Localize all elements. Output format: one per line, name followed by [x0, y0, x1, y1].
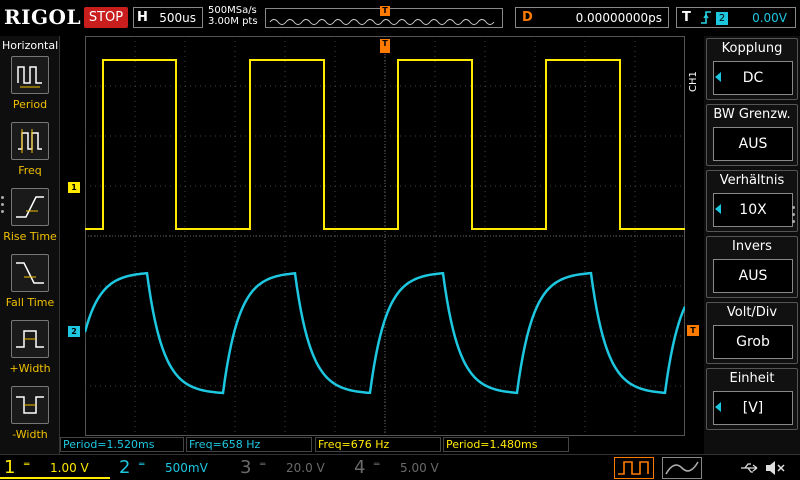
- dc-coupling-icon: ═: [260, 460, 266, 470]
- volt-div-value: Grob: [713, 325, 793, 359]
- unit-arrow-icon: [715, 402, 721, 412]
- right-scroll-dots: [792, 206, 797, 227]
- sampling-info: 500MSa/s 3.00M pts: [208, 5, 258, 27]
- unit-title: Einheit: [729, 371, 775, 386]
- trigger-source: 2: [716, 12, 728, 25]
- speaker-mute-icon[interactable]: [764, 459, 786, 477]
- delay-value: 0.00000000ps: [575, 11, 662, 25]
- period-icon: [17, 66, 42, 88]
- bw-limit-title: BW Grenzw.: [713, 107, 791, 122]
- delay-box[interactable]: D 0.00000000ps: [515, 7, 669, 28]
- measurement-item[interactable]: Freq=676 Hz: [315, 437, 441, 452]
- dc-coupling-icon: ═: [374, 460, 380, 470]
- probe-ratio-arrow-icon: [715, 204, 721, 214]
- neg-width-button[interactable]: [11, 386, 49, 424]
- period-button[interactable]: [11, 56, 49, 94]
- freq-button[interactable]: [11, 122, 49, 160]
- measurement-bar: Period=1.520ms Freq=658 Hz Freq=676 Hz P…: [60, 437, 700, 453]
- coupling-setting[interactable]: Kopplung DC: [706, 38, 798, 100]
- measurement-item[interactable]: Freq=658 Hz: [186, 437, 312, 452]
- neg-width-label: -Width: [12, 428, 48, 441]
- coupling-title: Kopplung: [721, 41, 783, 56]
- horizontal-timebase[interactable]: H 500us: [133, 7, 203, 28]
- ch2-offset-marker[interactable]: 2: [68, 326, 80, 337]
- timebase-value: 500us: [159, 11, 196, 25]
- left-menu-title: Horizontal: [2, 39, 59, 52]
- rise-time-icon: [16, 196, 44, 218]
- trigger-label: T: [682, 10, 691, 25]
- channel-number: 1: [4, 457, 16, 478]
- channel-number: 2: [119, 457, 131, 478]
- pos-width-label: +Width: [9, 362, 51, 375]
- channel-4-badge[interactable]: 4 ═ 5.00 V: [350, 457, 460, 479]
- probe-ratio-title: Verhältnis: [719, 173, 785, 188]
- left-scroll-dots: [1, 196, 6, 217]
- pos-width-button[interactable]: [11, 320, 49, 358]
- period-label: Period: [12, 98, 48, 111]
- freq-icon: [18, 129, 42, 153]
- coupling-value: DC: [713, 61, 793, 95]
- rise-time-label: Rise Time: [3, 230, 57, 243]
- invert-setting[interactable]: Invers AUS: [706, 236, 798, 298]
- trigger-level: 0.00V: [752, 11, 787, 25]
- channel-scale: 20.0 V: [286, 461, 325, 475]
- measurement-item[interactable]: Period=1.520ms: [60, 437, 184, 452]
- trigger-box[interactable]: T 2 0.00V: [676, 7, 796, 28]
- invert-title: Invers: [732, 239, 772, 254]
- bw-limit-value: AUS: [713, 127, 793, 161]
- channel-number: 3: [240, 457, 252, 478]
- freq-label: Freq: [18, 164, 42, 177]
- run-stop-indicator[interactable]: STOP: [84, 7, 128, 28]
- math-wave-icon[interactable]: [614, 457, 654, 479]
- top-status-bar: RIGOL STOP H 500us 500MSa/s 3.00M pts T …: [0, 0, 800, 36]
- channel-number: 4: [354, 457, 366, 478]
- bw-limit-setting[interactable]: BW Grenzw. AUS: [706, 104, 798, 166]
- channel-3-badge[interactable]: 3 ═ 20.0 V: [236, 457, 346, 479]
- delay-label: D: [522, 10, 533, 25]
- dc-coupling-icon: ═: [139, 460, 145, 470]
- channel-1-badge[interactable]: 1 ═ 1.00 V: [0, 457, 110, 479]
- trigger-level-marker[interactable]: T: [687, 325, 699, 336]
- ref-wave-icon[interactable]: [662, 457, 702, 479]
- unit-setting[interactable]: Einheit [V]: [706, 368, 798, 430]
- unit-value: [V]: [713, 391, 793, 425]
- probe-ratio-setting[interactable]: Verhältnis 10X: [706, 170, 798, 232]
- fall-time-label: Fall Time: [5, 296, 55, 309]
- volt-div-title: Volt/Div: [726, 305, 778, 320]
- brand-logo: RIGOL: [4, 5, 82, 29]
- channel-scale: 1.00 V: [50, 461, 89, 475]
- fall-time-icon: [16, 262, 44, 284]
- channel-2-badge[interactable]: 2 ═ 500mV: [115, 457, 231, 479]
- trigger-time-marker: T: [380, 39, 390, 53]
- volt-div-setting[interactable]: Volt/Div Grob: [706, 302, 798, 364]
- probe-ratio-value: 10X: [713, 193, 793, 227]
- sample-rate: 500MSa/s: [208, 5, 257, 16]
- trigger-position-indicator: T: [380, 6, 390, 16]
- waveform-display[interactable]: [85, 36, 685, 436]
- neg-width-icon: [16, 396, 44, 414]
- fall-time-button[interactable]: [11, 254, 49, 292]
- dc-coupling-icon: ═: [24, 460, 30, 470]
- rising-edge-icon: [699, 9, 713, 31]
- channel-scale: 500mV: [165, 461, 208, 475]
- usb-icon: [741, 463, 758, 473]
- rise-time-button[interactable]: [11, 188, 49, 226]
- left-measure-menu: Horizontal Period Freq Rise Time Fall Ti…: [0, 36, 60, 454]
- coupling-arrow-icon: [715, 72, 721, 82]
- channel-settings-menu: Kopplung DC BW Grenzw. AUS Verhältnis 10…: [704, 36, 800, 454]
- channel-menu-tag: CH1: [688, 71, 699, 92]
- pos-width-icon: [16, 330, 44, 348]
- memory-depth: 3.00M pts: [208, 16, 258, 27]
- horizontal-label: H: [137, 10, 148, 25]
- channel-status-bar: 1 ═ 1.00 V 2 ═ 500mV 3 ═ 20.0 V 4 ═ 5.00…: [0, 454, 800, 480]
- measurement-item[interactable]: Period=1.480ms: [443, 437, 569, 452]
- ch1-offset-marker[interactable]: 1: [68, 182, 80, 193]
- invert-value: AUS: [713, 259, 793, 293]
- channel-scale: 5.00 V: [400, 461, 439, 475]
